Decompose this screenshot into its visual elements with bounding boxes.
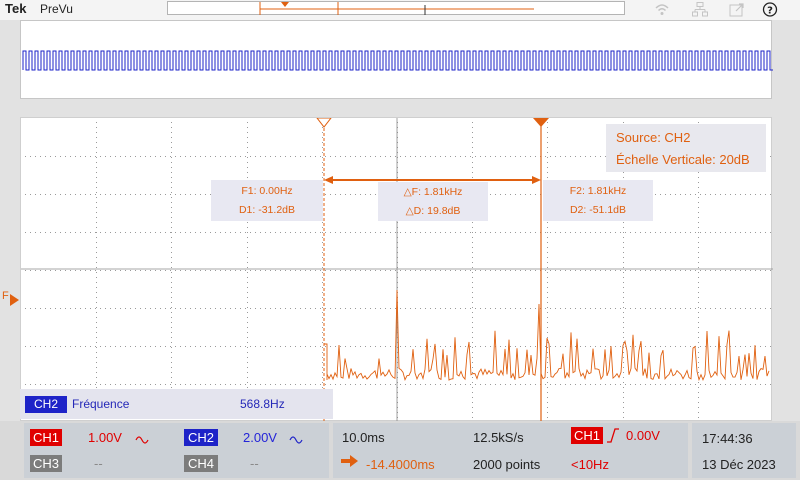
fft-source-panel[interactable]: Source: CH2 Échelle Verticale: 20dB [606,124,766,172]
record-overview[interactable] [20,20,773,99]
cursor-1-level: D1: -31.2dB [238,204,296,216]
svg-text:?: ? [767,6,773,17]
trigger-level[interactable]: 0.00V [626,428,660,443]
fft-vertical-scale: Échelle Verticale: 20dB [616,152,750,167]
sample-rate: 12.5kS/s [473,430,524,445]
cursor-1-readout: F1: 0.00Hz D1: -31.2dB [211,180,323,221]
trigger-frequency: <10Hz [571,457,609,472]
fft-trace [324,289,770,382]
cursor-1-freq: F1: 0.00Hz [241,185,293,197]
cursor-1-handle [316,118,332,128]
delta-readout: △F: 1.81kHz △D: 19.8dB [378,182,488,221]
ch3-scale: -- [94,456,103,471]
channel-panel[interactable] [24,423,329,478]
ch3-badge[interactable]: CH3 [30,455,62,472]
ch2-badge[interactable]: CH2 [184,429,218,446]
ac-coupling-icon [289,431,303,450]
fft-source: Source: CH2 [616,130,691,145]
horizontal-position[interactable]: -14.4000ms [366,457,435,472]
trigger-source-badge[interactable]: CH1 [571,427,603,444]
clock-date: 13 Déc 2023 [702,457,776,472]
measurement-channel-badge[interactable]: CH2 [25,396,67,413]
brand-logo: Tek [5,1,27,16]
fft-trace-marker-icon[interactable] [10,291,20,310]
fft-trace-label[interactable]: F [2,290,9,302]
cursor-2-handle [533,118,549,127]
measurement-label: Fréquence [72,397,130,411]
network-icon[interactable] [692,2,708,17]
cursor-2-freq: F2: 1.81kHz [569,185,627,197]
help-icon[interactable]: ? [762,2,778,17]
rising-edge-icon [606,427,620,448]
ch4-scale: -- [250,456,259,471]
time-per-div[interactable]: 10.0ms [342,430,385,445]
record-length[interactable]: 2000 points [473,457,540,472]
measurement-value: 568.8Hz [240,397,285,411]
ch2-scale[interactable]: 2.00V [243,430,277,445]
ch1-badge[interactable]: CH1 [30,429,62,446]
export-icon[interactable] [729,2,745,17]
clock-time: 17:44:36 [702,431,753,446]
ch2-overview-trace [22,50,773,71]
prevu-label: PreVu [40,2,73,16]
ac-coupling-icon [135,431,149,450]
ch1-scale[interactable]: 1.00V [88,430,122,445]
record-navigator[interactable] [167,1,625,15]
wifi-icon[interactable] [654,2,670,17]
horizontal-position-icon [341,452,363,471]
cursor-2-level: D2: -51.1dB [569,204,627,216]
delta-level: △D: 19.8dB [405,205,461,217]
delta-freq: △F: 1.81kHz [403,186,463,198]
cursor-2-readout: F2: 1.81kHz D2: -51.1dB [543,180,653,221]
ch4-badge[interactable]: CH4 [184,455,218,472]
